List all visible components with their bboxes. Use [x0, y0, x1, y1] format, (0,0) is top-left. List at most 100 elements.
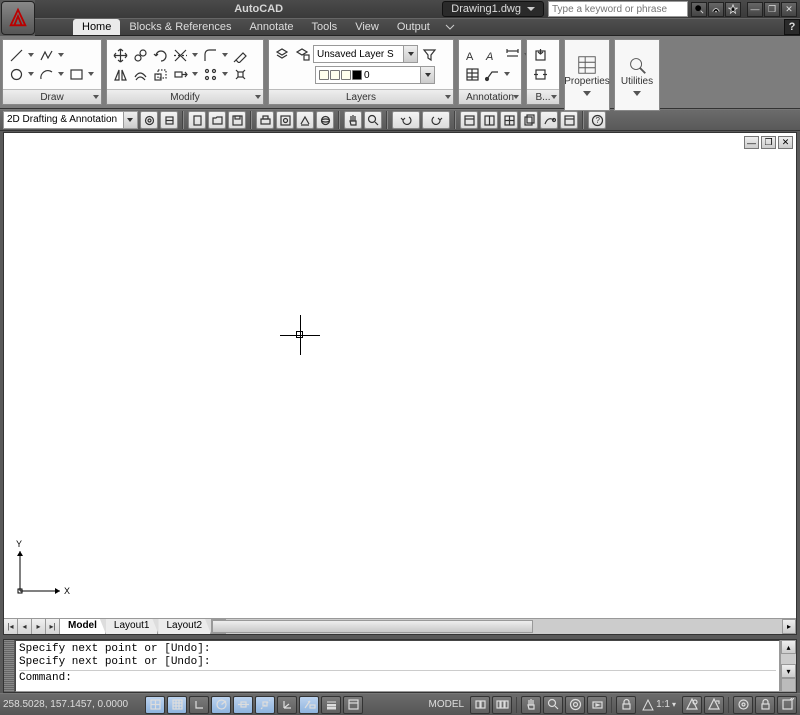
command-grip[interactable]: [4, 640, 15, 692]
trim-dropdown[interactable]: [191, 46, 199, 64]
panel-annotation-title[interactable]: Annotation: [459, 89, 521, 104]
workspace-lock-icon[interactable]: [160, 111, 178, 129]
otrack-toggle[interactable]: [255, 696, 275, 714]
undo-icon[interactable]: [392, 111, 420, 129]
ribbon-overflow-icon[interactable]: [443, 19, 457, 35]
tab-home[interactable]: Home: [73, 19, 120, 35]
design-center-icon[interactable]: [480, 111, 498, 129]
ortho-toggle[interactable]: [189, 696, 209, 714]
new-icon[interactable]: [188, 111, 206, 129]
rectangle-icon[interactable]: [67, 65, 85, 83]
annotation-scale[interactable]: 1:1 ▾: [638, 699, 680, 711]
tab-view[interactable]: View: [346, 19, 388, 35]
coordinates-display[interactable]: 258.5028, 157.1457, 0.0000: [3, 699, 143, 710]
open-icon[interactable]: [208, 111, 226, 129]
command-text[interactable]: Specify next point or [Undo]: Specify ne…: [15, 640, 780, 692]
circle-icon[interactable]: [7, 65, 25, 83]
tab-tools[interactable]: Tools: [303, 19, 347, 35]
array-dropdown[interactable]: [221, 65, 229, 83]
showmotion-icon[interactable]: [587, 696, 607, 714]
move-icon[interactable]: [111, 46, 129, 64]
3dorbit-icon[interactable]: [316, 111, 334, 129]
quickcalc-icon[interactable]: [560, 111, 578, 129]
dyn-toggle[interactable]: [299, 696, 319, 714]
model-paper-toggle[interactable]: MODEL: [425, 699, 469, 710]
properties-button[interactable]: Properties: [564, 39, 610, 111]
tab-annotate[interactable]: Annotate: [240, 19, 302, 35]
line-icon[interactable]: [7, 46, 25, 64]
toolbar-lock-icon[interactable]: [755, 696, 775, 714]
sheetset-icon[interactable]: [520, 111, 538, 129]
publish-icon[interactable]: [296, 111, 314, 129]
tab-layout1[interactable]: Layout1: [106, 619, 159, 634]
command-scrollbar[interactable]: ▴ ▾: [780, 640, 796, 692]
tab-layout2[interactable]: Layout2: [158, 619, 211, 634]
close-button[interactable]: ✕: [781, 2, 797, 17]
tab-last-icon[interactable]: ▸|: [46, 619, 60, 634]
workspace-settings-icon[interactable]: [140, 111, 158, 129]
layer-states-icon[interactable]: [293, 45, 311, 63]
drawing-area[interactable]: — ❐ ✕ X Y |◂ ◂ ▸ ▸| Model Layout1 Layout…: [3, 132, 797, 635]
mirror-icon[interactable]: [111, 65, 129, 83]
comm-center-icon[interactable]: [708, 2, 724, 17]
osnap-toggle[interactable]: [233, 696, 253, 714]
scroll-down-icon[interactable]: ▾: [781, 664, 796, 678]
quickview-drawings-icon[interactable]: [492, 696, 512, 714]
infocenter-search-icon[interactable]: [691, 2, 707, 17]
plot-preview-icon[interactable]: [276, 111, 294, 129]
leader-icon[interactable]: [483, 65, 501, 83]
markup-icon[interactable]: [540, 111, 558, 129]
redo-icon[interactable]: [422, 111, 450, 129]
fillet-icon[interactable]: [201, 46, 219, 64]
array-icon[interactable]: [201, 65, 219, 83]
arc-icon[interactable]: [37, 65, 55, 83]
zoom-status-icon[interactable]: [543, 696, 563, 714]
chevron-down-icon[interactable]: [420, 67, 434, 83]
help-button[interactable]: ?: [784, 19, 800, 35]
scale-icon[interactable]: [151, 65, 169, 83]
horizontal-scrollbar[interactable]: ◂ ▸: [211, 619, 796, 634]
polyline-icon[interactable]: [37, 46, 55, 64]
offset-icon[interactable]: [131, 65, 149, 83]
properties-palette-icon[interactable]: [460, 111, 478, 129]
scroll-up-icon[interactable]: ▴: [781, 640, 796, 654]
qp-toggle[interactable]: [343, 696, 363, 714]
chevron-down-icon[interactable]: [123, 112, 137, 128]
doc-minimize-button[interactable]: —: [744, 136, 759, 149]
text-icon[interactable]: A: [483, 46, 501, 64]
quickview-layouts-icon[interactable]: [470, 696, 490, 714]
copy-icon[interactable]: [131, 46, 149, 64]
dimension-icon[interactable]: [503, 46, 521, 64]
panel-block-title[interactable]: B...: [527, 89, 559, 104]
explode-icon[interactable]: [231, 65, 249, 83]
utilities-button[interactable]: Utilities: [614, 39, 660, 111]
lwt-toggle[interactable]: [321, 696, 341, 714]
panel-modify-title[interactable]: Modify: [107, 89, 263, 104]
layer-filter-icon[interactable]: [420, 45, 438, 63]
zoom-icon[interactable]: [364, 111, 382, 129]
scroll-right-icon[interactable]: ▸: [782, 619, 796, 634]
polyline-dropdown[interactable]: [57, 46, 65, 64]
tab-prev-icon[interactable]: ◂: [18, 619, 32, 634]
minimize-button[interactable]: —: [747, 2, 763, 17]
annoauto-toggle[interactable]: [704, 696, 724, 714]
circle-dropdown[interactable]: [27, 65, 35, 83]
rectangle-dropdown[interactable]: [87, 65, 95, 83]
layer-state-dropdown[interactable]: Unsaved Layer S: [313, 45, 418, 63]
doc-close-button[interactable]: ✕: [778, 136, 793, 149]
workspace-dropdown[interactable]: 2D Drafting & Annotation: [3, 111, 138, 129]
maximize-button[interactable]: ❐: [764, 2, 780, 17]
chevron-down-icon[interactable]: [403, 46, 417, 62]
document-tab[interactable]: Drawing1.dwg: [442, 1, 544, 17]
arc-dropdown[interactable]: [57, 65, 65, 83]
save-icon[interactable]: [228, 111, 246, 129]
table-icon[interactable]: [463, 65, 481, 83]
rotate-icon[interactable]: [151, 46, 169, 64]
mtext-icon[interactable]: A: [463, 46, 481, 64]
favorites-icon[interactable]: [725, 2, 741, 17]
tab-next-icon[interactable]: ▸: [32, 619, 46, 634]
pan-icon[interactable]: [344, 111, 362, 129]
print-icon[interactable]: [256, 111, 274, 129]
panel-layers-title[interactable]: Layers: [269, 89, 453, 104]
polar-toggle[interactable]: [211, 696, 231, 714]
